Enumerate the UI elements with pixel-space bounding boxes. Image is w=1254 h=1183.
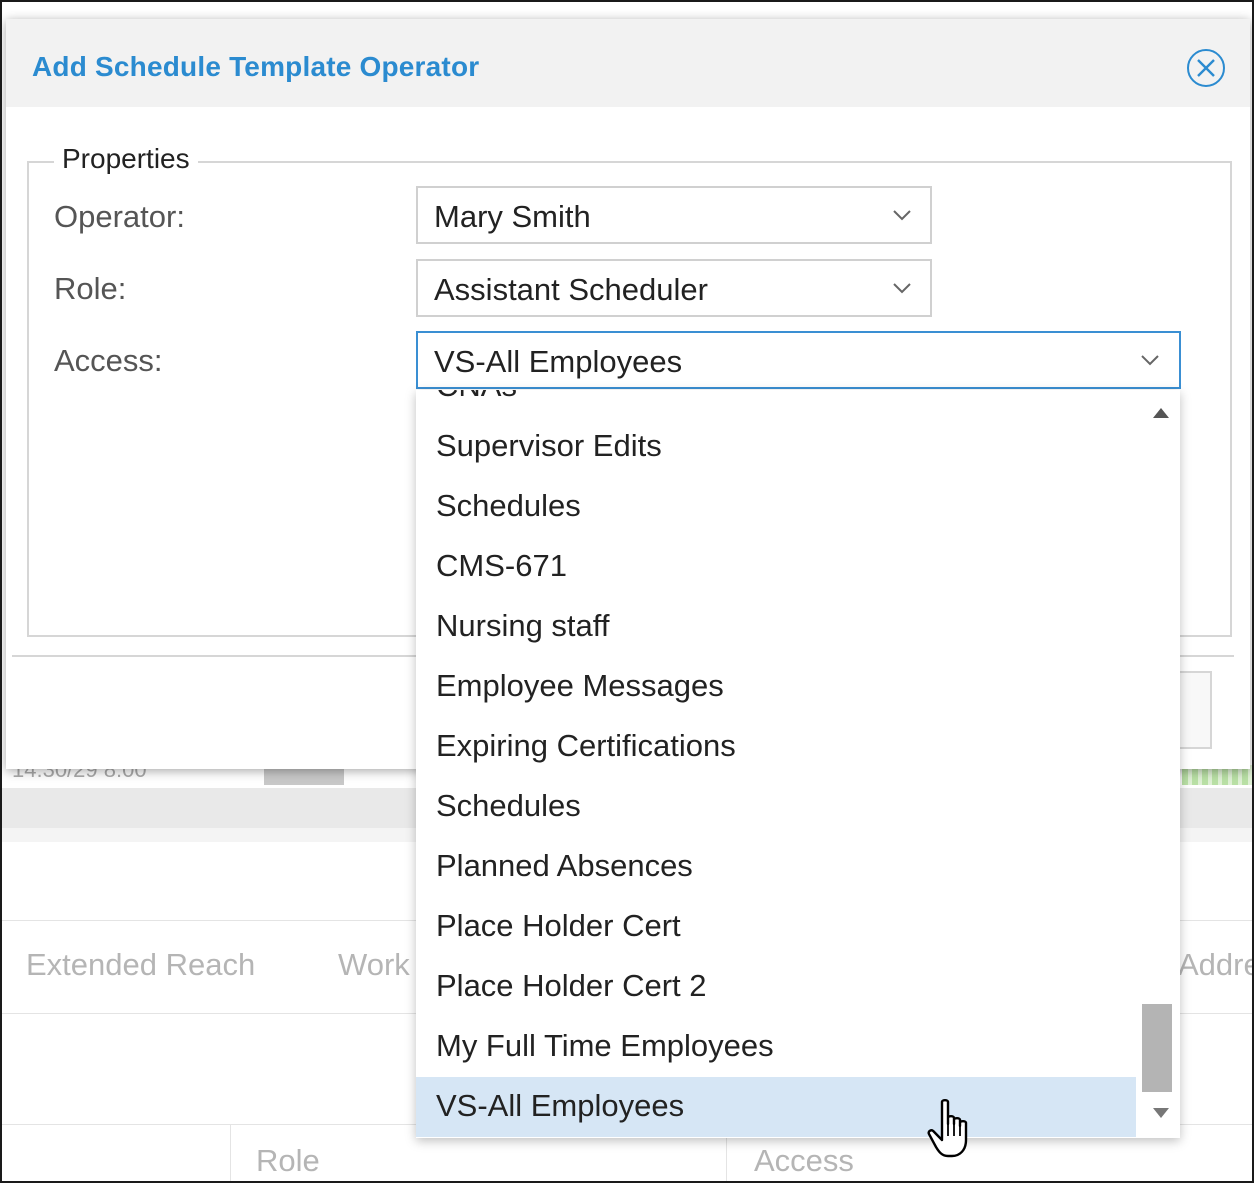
list-item-label: Expiring Certifications <box>436 728 736 763</box>
list-item-label: CNAs <box>436 390 517 404</box>
access-dropdown-list: CNAs Supervisor Edits Schedules CMS-671 … <box>416 390 1180 1138</box>
access-select-value: VS-All Employees <box>434 344 683 379</box>
list-item[interactable]: Schedules <box>416 477 1136 537</box>
list-item-selected[interactable]: VS-All Employees <box>416 1077 1136 1137</box>
list-item-label: VS-All Employees <box>436 1088 685 1123</box>
list-item-label: Employee Messages <box>436 668 724 703</box>
list-item[interactable]: Employee Messages <box>416 657 1136 717</box>
list-item[interactable]: Supervisor Edits <box>416 417 1136 477</box>
list-item-label: Nursing staff <box>436 608 610 643</box>
role-select-value: Assistant Scheduler <box>434 272 708 307</box>
grid-divider <box>230 1125 231 1181</box>
list-item[interactable]: Place Holder Cert 2 <box>416 957 1136 1017</box>
hand-cursor-icon <box>927 1099 968 1158</box>
role-label: Role: <box>54 271 127 306</box>
list-item[interactable]: My Full Time Employees <box>416 1017 1136 1077</box>
list-item[interactable]: CMS-671 <box>416 537 1136 597</box>
list-item-label: Schedules <box>436 788 581 823</box>
operator-label: Operator: <box>54 199 185 234</box>
properties-legend: Properties <box>54 143 198 175</box>
access-select[interactable]: VS-All Employees <box>416 331 1181 389</box>
scrollbar-thumb[interactable] <box>1142 1004 1172 1092</box>
list-item-label: Place Holder Cert 2 <box>436 968 707 1003</box>
list-item[interactable]: Schedules <box>416 777 1136 837</box>
access-label: Access: <box>54 343 163 378</box>
list-item-partial[interactable]: CNAs <box>416 390 1136 417</box>
list-item[interactable]: Place Holder Cert <box>416 897 1136 957</box>
operator-select-value: Mary Smith <box>434 199 591 234</box>
operator-select[interactable]: Mary Smith <box>416 186 932 244</box>
dialog-header: Add Schedule Template Operator <box>6 19 1250 107</box>
chevron-down-icon <box>893 210 911 221</box>
scroll-down-arrow-icon[interactable] <box>1153 1108 1169 1118</box>
dialog-title: Add Schedule Template Operator <box>32 51 480 82</box>
scroll-up-arrow-icon[interactable] <box>1153 408 1169 418</box>
close-icon[interactable] <box>1187 49 1225 87</box>
list-item[interactable]: Expiring Certifications <box>416 717 1136 777</box>
column-header-extended-reach[interactable]: Extended Reach <box>26 947 255 983</box>
dropdown-scrollbar[interactable] <box>1140 390 1180 1138</box>
list-item-label: Schedules <box>436 488 581 523</box>
column-header-address[interactable]: Addre <box>1178 947 1252 983</box>
grid-header-role[interactable]: Role <box>256 1143 320 1179</box>
role-select[interactable]: Assistant Scheduler <box>416 259 932 317</box>
list-item[interactable]: Nursing staff <box>416 597 1136 657</box>
grid-header-access[interactable]: Access <box>754 1143 854 1179</box>
column-header-work[interactable]: Work <box>338 947 410 983</box>
list-item-label: Supervisor Edits <box>436 428 662 463</box>
list-item-label: My Full Time Employees <box>436 1028 774 1063</box>
chevron-down-icon <box>1141 355 1159 366</box>
list-item-label: Place Holder Cert <box>436 908 681 943</box>
close-x-glyph <box>1197 59 1215 77</box>
list-item-label: CMS-671 <box>436 548 567 583</box>
list-item[interactable]: Planned Absences <box>416 837 1136 897</box>
screenshot-frame: 14:30/29 8:00 Extended Reach Work Addre … <box>0 0 1254 1183</box>
chevron-down-icon <box>893 283 911 294</box>
list-item-label: Planned Absences <box>436 848 693 883</box>
